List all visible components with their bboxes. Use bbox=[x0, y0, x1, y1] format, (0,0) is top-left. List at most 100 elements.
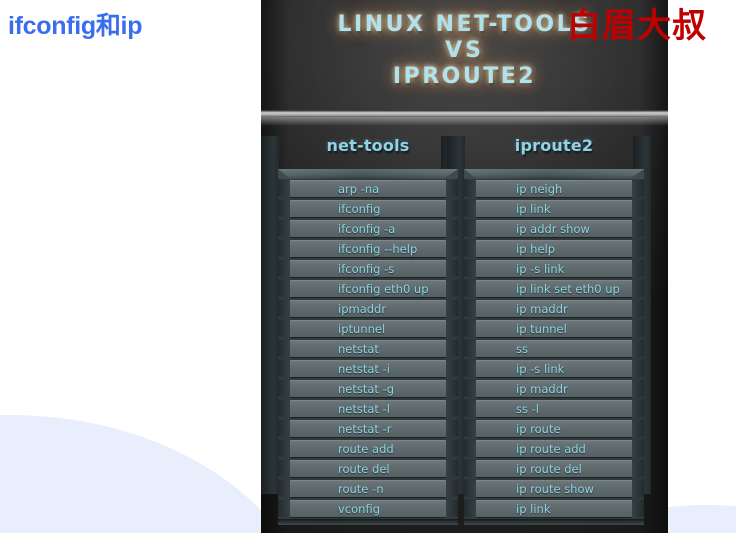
command-label: ip neigh bbox=[516, 182, 563, 196]
slab-side-right bbox=[630, 399, 644, 419]
watermark-text: 白眉大叔 bbox=[567, 6, 707, 46]
command-row: netstat -r bbox=[278, 419, 458, 439]
slab-side-right bbox=[630, 439, 644, 459]
page-canvas: ifconfig和ip LINUX NET-TOOLS VS IPROUTE2 … bbox=[0, 0, 736, 533]
command-label: ipmaddr bbox=[338, 302, 387, 316]
slab-side-right bbox=[444, 279, 458, 299]
command-label: ss bbox=[516, 342, 528, 356]
command-row: ip help bbox=[464, 239, 644, 259]
slab-side-right bbox=[444, 259, 458, 279]
command-row: netstat bbox=[278, 339, 458, 359]
command-label: ifconfig --help bbox=[338, 242, 418, 256]
command-row: ss -l bbox=[464, 399, 644, 419]
slab-side-right bbox=[444, 359, 458, 379]
command-label: ss -l bbox=[516, 402, 539, 416]
slab-side-right bbox=[444, 239, 458, 259]
command-row: ip route bbox=[464, 419, 644, 439]
command-row: ip tunnel bbox=[464, 319, 644, 339]
command-row: ip link set eth0 up bbox=[464, 279, 644, 299]
command-label: netstat -l bbox=[338, 402, 390, 416]
slab-side-right bbox=[444, 219, 458, 239]
slab-side-right bbox=[444, 199, 458, 219]
slab-side-right bbox=[444, 499, 458, 519]
slab-face: ipmaddr bbox=[290, 300, 446, 318]
slab-face: ip maddr bbox=[476, 380, 632, 398]
command-row: ip -s link bbox=[464, 259, 644, 279]
command-stack-iproute2: ip neigh ip link ip addr show ip help ip -s … bbox=[464, 169, 644, 525]
command-label: ip maddr bbox=[516, 382, 568, 396]
command-label: ip link set eth0 up bbox=[516, 282, 620, 296]
slab-face: ip route bbox=[476, 420, 632, 438]
command-row: vconfig bbox=[278, 499, 458, 519]
command-row: ip link bbox=[464, 499, 644, 519]
slab-face: netstat -r bbox=[290, 420, 446, 438]
column-header-iproute2: iproute2 bbox=[514, 136, 594, 155]
slab-face: ifconfig bbox=[290, 200, 446, 218]
slab-side-right bbox=[444, 179, 458, 199]
command-label: netstat -r bbox=[338, 422, 392, 436]
slab-face: vconfig bbox=[290, 500, 446, 518]
slab-face: ifconfig -s bbox=[290, 260, 446, 278]
slab-side-right bbox=[630, 479, 644, 499]
stack-wall-left bbox=[261, 136, 279, 494]
command-row: route add bbox=[278, 439, 458, 459]
command-label: route add bbox=[338, 442, 394, 456]
stack-foot bbox=[464, 519, 644, 525]
slab-face: ip neigh bbox=[476, 180, 632, 198]
command-label: route del bbox=[338, 462, 390, 476]
command-row: ip route add bbox=[464, 439, 644, 459]
command-label: ip tunnel bbox=[516, 322, 567, 336]
slab-face: route -n bbox=[290, 480, 446, 498]
slab-face: ip route add bbox=[476, 440, 632, 458]
slab-side-right bbox=[630, 319, 644, 339]
slab-face: ip tunnel bbox=[476, 320, 632, 338]
command-label: iptunnel bbox=[338, 322, 386, 336]
slab-face: ip link bbox=[476, 200, 632, 218]
slab-face: ip link bbox=[476, 500, 632, 518]
command-label: vconfig bbox=[338, 502, 380, 516]
slab-side-right bbox=[630, 459, 644, 479]
command-row: arp -na bbox=[278, 179, 458, 199]
slab-face: netstat -l bbox=[290, 400, 446, 418]
command-label: ifconfig eth0 up bbox=[338, 282, 429, 296]
slab-face: ip help bbox=[476, 240, 632, 258]
slab-face: ifconfig -a bbox=[290, 220, 446, 238]
command-label: ip addr show bbox=[516, 222, 590, 236]
command-stack-net-tools: arp -na ifconfig ifconfig -a ifconfig --hel… bbox=[278, 169, 458, 525]
slab-side-right bbox=[630, 419, 644, 439]
command-label: ip -s link bbox=[516, 262, 565, 276]
slab-face: ifconfig --help bbox=[290, 240, 446, 258]
command-label: ip route del bbox=[516, 462, 582, 476]
slab-face: ss bbox=[476, 340, 632, 358]
slab-face: route add bbox=[290, 440, 446, 458]
command-row: netstat -g bbox=[278, 379, 458, 399]
command-label: ifconfig -a bbox=[338, 222, 396, 236]
command-label: ip route bbox=[516, 422, 561, 436]
slab-side-right bbox=[444, 419, 458, 439]
horizontal-divider bbox=[261, 110, 668, 126]
slab-face: netstat -g bbox=[290, 380, 446, 398]
command-label: ip maddr bbox=[516, 302, 568, 316]
slab-face: ip -s link bbox=[476, 360, 632, 378]
command-row: ss bbox=[464, 339, 644, 359]
command-label: ifconfig bbox=[338, 202, 381, 216]
command-label: ip link bbox=[516, 502, 551, 516]
slab-side-right bbox=[630, 359, 644, 379]
slab-side-right bbox=[630, 179, 644, 199]
command-row: ipmaddr bbox=[278, 299, 458, 319]
command-label: netstat bbox=[338, 342, 379, 356]
command-label: ifconfig -s bbox=[338, 262, 395, 276]
command-row: ifconfig --help bbox=[278, 239, 458, 259]
slab-side-right bbox=[444, 319, 458, 339]
slab-side-right bbox=[444, 479, 458, 499]
command-row: ifconfig bbox=[278, 199, 458, 219]
command-label: route -n bbox=[338, 482, 384, 496]
slab-side-right bbox=[630, 299, 644, 319]
command-row: ip maddr bbox=[464, 379, 644, 399]
slab-face: ss -l bbox=[476, 400, 632, 418]
command-row: route del bbox=[278, 459, 458, 479]
command-row: ip route del bbox=[464, 459, 644, 479]
slab-face: arp -na bbox=[290, 180, 446, 198]
stack-foot bbox=[278, 519, 458, 525]
infographic-panel: LINUX NET-TOOLS VS IPROUTE2 net-tools ar… bbox=[261, 0, 668, 533]
